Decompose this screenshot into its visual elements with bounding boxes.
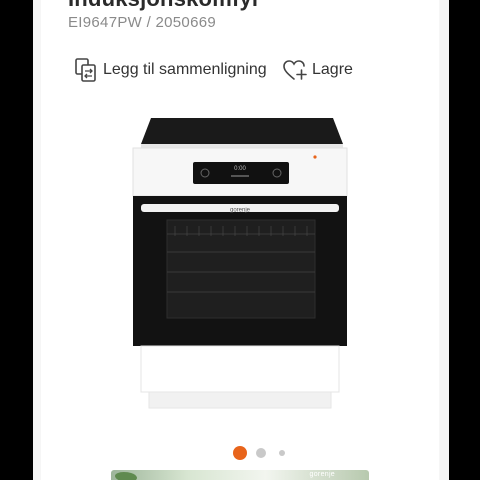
image-carousel-pagination (41, 446, 439, 460)
product-image[interactable]: 0:00 gorenje (127, 112, 353, 418)
left-page-edge (33, 0, 41, 480)
compare-icon (73, 57, 99, 83)
add-to-compare-button[interactable]: Legg til sammenligning (73, 56, 267, 84)
carousel-dot-3[interactable] (279, 450, 285, 456)
brand-logo: gorenje (230, 208, 251, 214)
add-to-compare-label: Legg til sammenligning (103, 61, 267, 78)
product-sku: EI9647PW / 2050669 (68, 14, 217, 31)
right-page-edge (439, 0, 449, 480)
thumbnail-banner[interactable]: gorenje (111, 470, 369, 480)
oven-display-time: 0:00 (234, 166, 246, 172)
save-button[interactable]: Lagre (282, 56, 353, 84)
product-title: Induksjonskomfyr (68, 0, 261, 12)
right-letterbox (449, 0, 480, 480)
screen: Induksjonskomfyr EI9647PW / 2050669 Legg… (0, 0, 480, 480)
thumbnail-brand-text: gorenje (309, 471, 335, 478)
heart-plus-icon (282, 57, 308, 83)
leaf-decoration (115, 472, 137, 480)
product-page[interactable]: Induksjonskomfyr EI9647PW / 2050669 Legg… (41, 0, 439, 480)
carousel-dot-1[interactable] (233, 446, 247, 460)
save-label: Lagre (312, 61, 353, 78)
left-letterbox (0, 0, 33, 480)
carousel-dot-2[interactable] (256, 448, 266, 458)
